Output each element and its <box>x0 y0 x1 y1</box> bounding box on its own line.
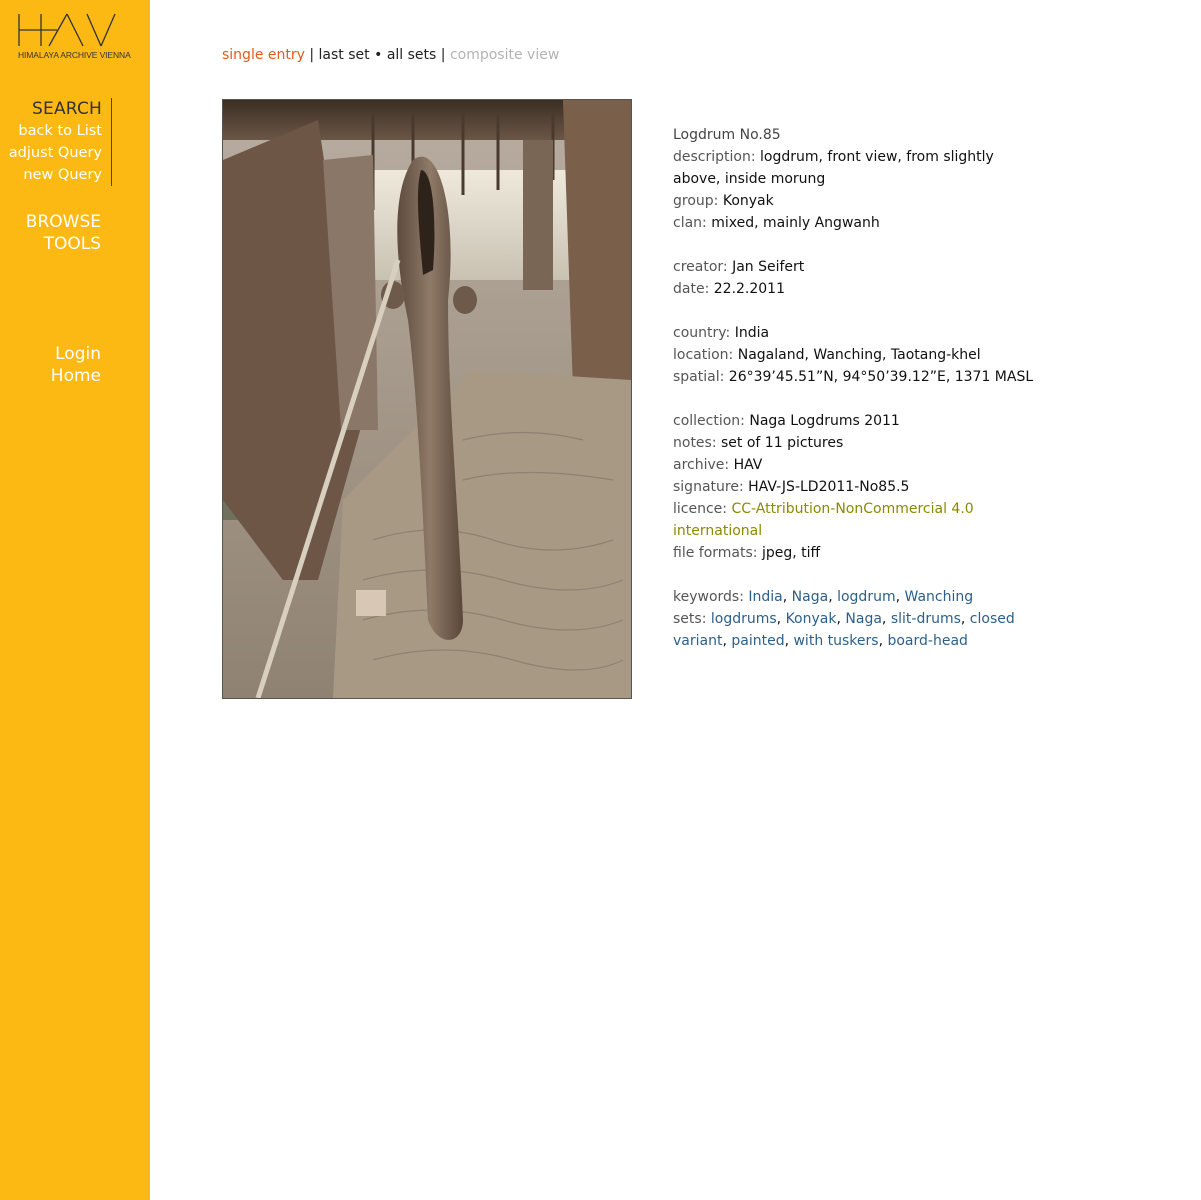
spatial-value: 26°39’45.51”N, 94°50’39.12”E, 1371 MASL <box>728 369 1034 385</box>
keywords-row: keywords: India, Naga, logdrum, Wanching <box>673 586 1043 608</box>
browse-link[interactable]: BROWSE <box>26 211 101 233</box>
set-link-painted[interactable]: painted <box>731 633 784 649</box>
back-to-list-link[interactable]: back to List <box>0 120 102 142</box>
comma: , <box>776 611 782 627</box>
keyword-link-india[interactable]: India <box>748 589 782 605</box>
comma: , <box>836 611 841 627</box>
set-link-slit-drums[interactable]: slit-drums <box>891 611 961 627</box>
description-label: description: <box>673 149 756 165</box>
clan-label: clan: <box>673 215 707 231</box>
spatial-row: spatial: 26°39’45.51”N, 94°50’39.12”E, 1… <box>673 366 1043 388</box>
collection-label: collection: <box>673 413 745 429</box>
comma: , <box>881 611 887 627</box>
creator-value: Jan Seifert <box>732 259 805 275</box>
hav-logo-mark <box>18 13 116 47</box>
home-link[interactable]: Home <box>51 365 101 387</box>
comma: , <box>895 589 901 605</box>
group-row: group: Konyak <box>673 190 1043 212</box>
set-link-board-head[interactable]: board-head <box>887 633 967 649</box>
file-formats-label: file formats: <box>673 545 758 561</box>
archive-value: HAV <box>733 457 763 473</box>
location-row: location: Nagaland, Wanching, Taotang-kh… <box>673 344 1043 366</box>
login-link[interactable]: Login <box>51 343 101 365</box>
sets-row: sets: logdrums, Konyak, Naga, slit-drums… <box>673 608 1043 652</box>
comma: , <box>960 611 966 627</box>
signature-row: signature: HAV-JS-LD2011-No85.5 <box>673 476 1043 498</box>
composite-view-link: composite view <box>449 47 560 63</box>
tools-link[interactable]: TOOLS <box>26 233 101 255</box>
licence-row: licence: CC-Attribution-NonCommercial 4.… <box>673 498 1043 542</box>
logdrum-photo <box>223 100 631 698</box>
new-query-link[interactable]: new Query <box>0 164 102 186</box>
single-entry-view[interactable]: single entry <box>222 47 305 63</box>
country-row: country: India <box>673 322 1043 344</box>
separator: | <box>309 47 315 63</box>
search-title[interactable]: SEARCH <box>0 98 102 120</box>
date-value: 22.2.2011 <box>713 281 786 297</box>
sidebar: HIMALAYA ARCHIVE VIENNA SEARCH back to L… <box>0 0 150 1200</box>
file-formats-row: file formats: jpeg, tiff <box>673 542 1043 564</box>
clan-value: mixed, mainly Angwanh <box>711 215 880 231</box>
entry-title: Logdrum No.85 <box>673 127 781 143</box>
signature-value: HAV-JS-LD2011-No85.5 <box>748 479 910 495</box>
set-link-naga[interactable]: Naga <box>845 611 882 627</box>
last-set-link[interactable]: last set <box>319 47 370 63</box>
spatial-label: spatial: <box>673 369 725 385</box>
creator-label: creator: <box>673 259 728 275</box>
hav-logo[interactable]: HIMALAYA ARCHIVE VIENNA <box>17 12 131 64</box>
collection-value: Naga Logdrums 2011 <box>749 413 900 429</box>
licence-label: licence: <box>673 501 727 517</box>
notes-row: notes: set of 11 pictures <box>673 432 1043 454</box>
creator-row: creator: Jan Seifert <box>673 256 1043 278</box>
country-label: country: <box>673 325 731 341</box>
archive-label: archive: <box>673 457 730 473</box>
keyword-link-logdrum[interactable]: logdrum <box>837 589 896 605</box>
description-row: description: logdrum, front view, from s… <box>673 146 1043 190</box>
sets-label: sets: <box>673 611 707 627</box>
logo-subtitle: HIMALAYA ARCHIVE VIENNA <box>18 50 131 60</box>
comma: , <box>784 633 790 649</box>
country-value: India <box>734 325 770 341</box>
bullet-separator: • <box>374 47 383 63</box>
group-value: Konyak <box>722 193 774 209</box>
adjust-query-link[interactable]: adjust Query <box>0 142 102 164</box>
all-sets-link[interactable]: all sets <box>387 47 437 63</box>
entry-photo[interactable] <box>222 99 632 699</box>
browse-tools-menu: BROWSE TOOLS <box>26 211 101 255</box>
location-label: location: <box>673 347 734 363</box>
separator: | <box>440 47 446 63</box>
keyword-link-wanching[interactable]: Wanching <box>905 589 974 605</box>
set-link-with-tuskers[interactable]: with tuskers <box>793 633 878 649</box>
account-menu: Login Home <box>51 343 101 387</box>
comma: , <box>722 633 727 649</box>
date-row: date: 22.2.2011 <box>673 278 1043 300</box>
file-formats-value: jpeg, tiff <box>761 545 821 561</box>
comma: , <box>782 589 788 605</box>
comma: , <box>878 633 884 649</box>
signature-label: signature: <box>673 479 744 495</box>
clan-row: clan: mixed, mainly Angwanh <box>673 212 1043 234</box>
location-value: Nagaland, Wanching, Taotang-khel <box>737 347 981 363</box>
comma: , <box>828 589 833 605</box>
search-menu: SEARCH back to List adjust Query new Que… <box>0 98 112 186</box>
collection-row: collection: Naga Logdrums 2011 <box>673 410 1043 432</box>
set-link-logdrums[interactable]: logdrums <box>711 611 777 627</box>
date-label: date: <box>673 281 710 297</box>
set-link-konyak[interactable]: Konyak <box>786 611 837 627</box>
archive-row: archive: HAV <box>673 454 1043 476</box>
view-switcher: single entry | last set • all sets | com… <box>222 46 559 64</box>
notes-label: notes: <box>673 435 717 451</box>
keyword-link-naga[interactable]: Naga <box>792 589 829 605</box>
group-label: group: <box>673 193 719 209</box>
keywords-label: keywords: <box>673 589 744 605</box>
notes-value: set of 11 pictures <box>721 435 844 451</box>
entry-metadata: Logdrum No.85 description: logdrum, fron… <box>673 124 1043 652</box>
